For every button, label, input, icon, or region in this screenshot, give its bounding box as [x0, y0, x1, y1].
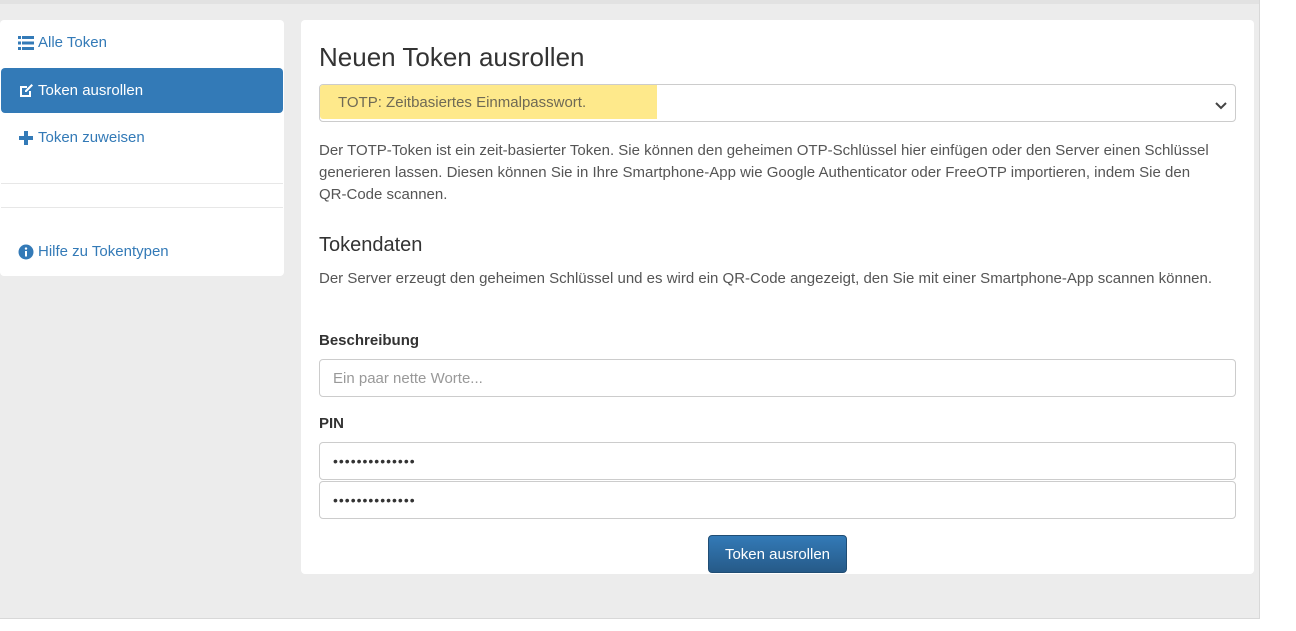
top-strip: [0, 0, 1259, 4]
edit-icon: [18, 83, 34, 99]
pin-label: PIN: [319, 415, 345, 432]
page-title: Neuen Token ausrollen: [319, 42, 585, 72]
sidebar-item-label: Token zuweisen: [38, 129, 145, 146]
sidebar-item-token-zuweisen[interactable]: Token zuweisen: [1, 115, 283, 160]
sidebar-item-alle-token[interactable]: Alle Token: [1, 20, 283, 65]
pin-input[interactable]: [319, 442, 1236, 480]
list-icon: [18, 35, 34, 51]
sidebar-item-hilfe[interactable]: Hilfe zu Tokentypen: [1, 229, 283, 274]
sidebar: Alle Token Token ausrollen Token zuweise…: [0, 20, 284, 276]
tokendata-heading: Tokendaten: [319, 234, 423, 256]
info-circle-icon: [18, 244, 34, 260]
token-type-select[interactable]: TOTP: Zeitbasiertes Einmalpasswort.: [319, 84, 1236, 122]
description-label: Beschreibung: [319, 332, 420, 349]
sidebar-divider: [1, 183, 283, 184]
token-type-description: Der TOTP-Token ist ein zeit-basierter To…: [319, 142, 1209, 203]
sidebar-item-label: Hilfe zu Tokentypen: [38, 243, 169, 260]
token-type-selected-value: TOTP: Zeitbasiertes Einmalpasswort.: [338, 94, 587, 111]
pin-confirm-input[interactable]: [319, 481, 1236, 519]
sidebar-divider: [1, 207, 283, 208]
enroll-token-button[interactable]: Token ausrollen: [708, 535, 847, 573]
sidebar-item-label: Alle Token: [38, 34, 107, 51]
tokendata-text: Der Server erzeugt den geheimen Schlüsse…: [319, 270, 1213, 287]
sidebar-item-label: Token ausrollen: [38, 82, 144, 99]
description-input[interactable]: [319, 359, 1236, 397]
app-background: Alle Token Token ausrollen Token zuweise…: [0, 0, 1260, 619]
sidebar-item-token-ausrollen[interactable]: Token ausrollen: [1, 68, 283, 113]
enroll-token-panel: Neuen Token ausrollen TOTP: Zeitbasierte…: [301, 20, 1254, 574]
plus-icon: [18, 130, 34, 146]
chevron-down-icon: [1215, 98, 1227, 110]
